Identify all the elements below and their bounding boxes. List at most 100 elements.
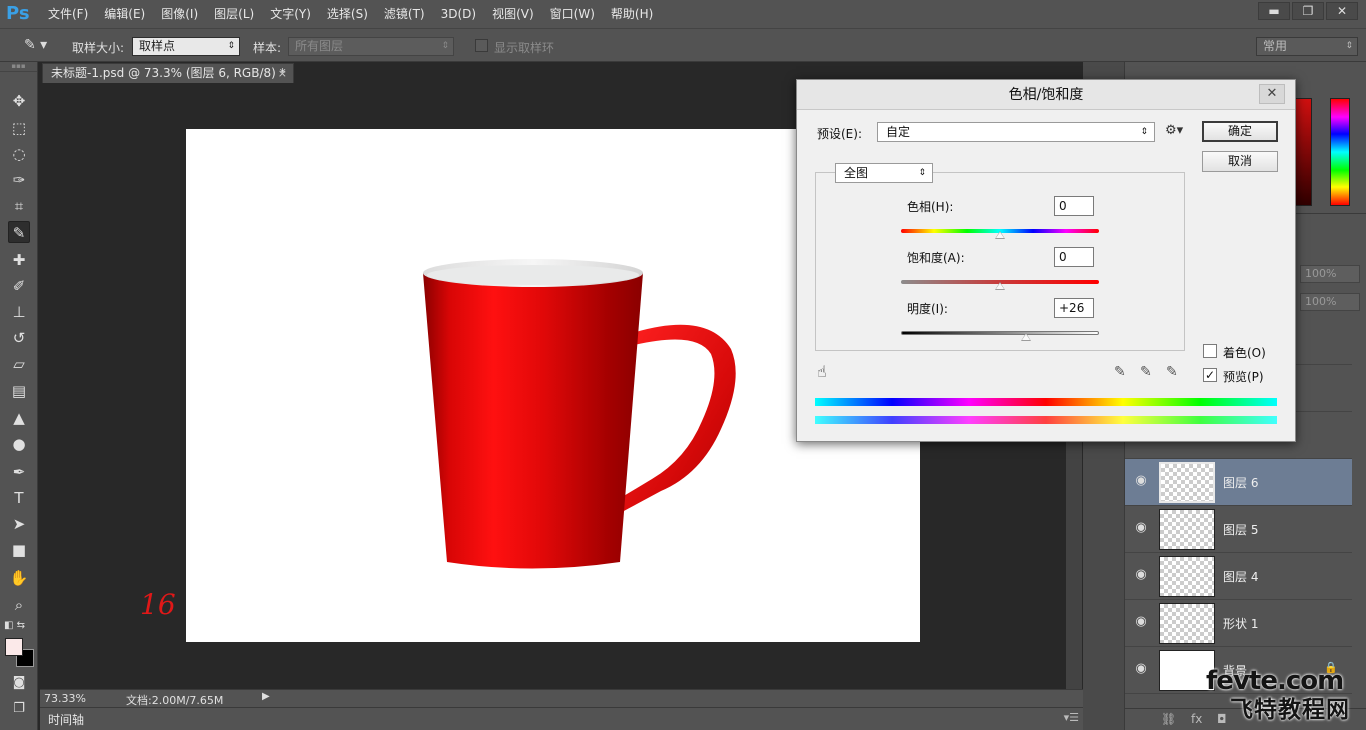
layer-row-layer5[interactable]: ◉ 图层 5 <box>1125 506 1352 553</box>
document-close-icon[interactable]: × <box>278 64 287 83</box>
color-field[interactable] <box>1294 98 1312 206</box>
close-window-button[interactable]: ✕ <box>1326 2 1358 20</box>
menu-item[interactable]: 滤镜(T) <box>376 0 433 28</box>
brush-tool-icon[interactable]: ✐ <box>8 275 30 297</box>
sample-size-label: 取样大小: <box>72 41 125 55</box>
blur-tool-icon[interactable]: ▲ <box>8 407 30 429</box>
ok-button[interactable]: 确定 <box>1202 121 1278 142</box>
layer-row-shape1[interactable]: ◉ 形状 1 <box>1125 600 1352 647</box>
status-menu-arrow-icon[interactable]: ▶ <box>262 691 270 702</box>
hue-value-input[interactable]: 0 <box>1054 196 1094 216</box>
select-arrows-icon: ⇕ <box>918 168 926 178</box>
visibility-eye-icon[interactable]: ◉ <box>1132 473 1150 491</box>
menu-item[interactable]: 编辑(E) <box>96 0 153 28</box>
hue-spectrum-bar[interactable] <box>1330 98 1350 206</box>
eyedropper-icon[interactable]: ✎ <box>1114 364 1126 380</box>
gradient-tool-icon[interactable]: ▤ <box>8 380 30 402</box>
link-icon[interactable]: ⛓ <box>1161 712 1176 726</box>
site-watermark: fevte.com 飞特教程网 <box>1200 666 1366 730</box>
menu-item[interactable]: 视图(V) <box>484 0 542 28</box>
select-arrows-icon: ⇕ <box>1140 127 1148 137</box>
menu-item[interactable]: 文件(F) <box>40 0 96 28</box>
menu-item[interactable]: 帮助(H) <box>603 0 661 28</box>
quick-mask-icon[interactable]: ◙ <box>8 672 30 694</box>
layer-row-layer4[interactable]: ◉ 图层 4 <box>1125 553 1352 600</box>
menu-item[interactable]: 图像(I) <box>153 0 206 28</box>
opacity-field[interactable]: 100% <box>1300 265 1360 283</box>
visibility-eye-icon[interactable]: ◉ <box>1132 567 1150 585</box>
foreground-color-swatch[interactable] <box>5 638 23 656</box>
crop-tool-icon[interactable]: ⌗ <box>8 195 30 217</box>
colorize-checkbox[interactable] <box>1203 344 1217 358</box>
watermark-name: 飞特教程网 <box>1230 697 1350 723</box>
rectangle-tool-icon[interactable]: ■ <box>8 539 30 561</box>
sample-select[interactable]: 所有图层 ⇕ <box>288 37 454 56</box>
lightness-value-input[interactable]: +26 <box>1054 298 1094 318</box>
timeline-label[interactable]: 时间轴 <box>48 711 84 728</box>
menu-item[interactable]: 窗口(W) <box>542 0 603 28</box>
lightness-slider-thumb[interactable] <box>1021 333 1031 341</box>
sample-size-select[interactable]: 取样点 ⇕ <box>132 37 240 56</box>
preset-options-gear-icon[interactable]: ⚙▾ <box>1165 123 1183 138</box>
menu-item[interactable]: 选择(S) <box>319 0 376 28</box>
add-to-sample-eyedropper-icon[interactable]: ✎ <box>1140 364 1152 380</box>
hue-slider-thumb[interactable] <box>995 231 1005 239</box>
layer-name: 形状 1 <box>1223 617 1259 631</box>
layer-name: 图层 6 <box>1223 476 1259 490</box>
layer-thumbnail <box>1159 556 1215 597</box>
channel-value: 全图 <box>844 166 869 180</box>
output-color-ramp <box>815 416 1277 424</box>
zoom-tool-icon[interactable]: ⌕ <box>8 594 30 616</box>
dialog-close-button[interactable]: ✕ <box>1259 84 1285 104</box>
preset-label: 预设(E): <box>817 127 862 141</box>
lasso-tool-icon[interactable]: ◌ <box>8 143 30 165</box>
toolbox-grip[interactable]: ▪▪▪ <box>0 62 37 72</box>
restore-button[interactable]: ❐ <box>1292 2 1324 20</box>
preview-checkbox[interactable]: ✓ <box>1203 368 1217 382</box>
visibility-eye-icon[interactable]: ◉ <box>1132 520 1150 538</box>
minimize-button[interactable]: ▬ <box>1258 2 1290 20</box>
saturation-slider-thumb[interactable] <box>995 282 1005 290</box>
fill-field[interactable]: 100% <box>1300 293 1360 311</box>
dodge-tool-icon[interactable]: ● <box>8 433 30 455</box>
healing-brush-tool-icon[interactable]: ✚ <box>8 249 30 271</box>
layer-thumbnail <box>1159 603 1215 644</box>
screen-mode-icon[interactable]: ❐ <box>8 698 30 720</box>
saturation-value-input[interactable]: 0 <box>1054 247 1094 267</box>
type-tool-icon[interactable]: T <box>8 487 30 509</box>
menu-item[interactable]: 图层(L) <box>206 0 262 28</box>
move-tool-icon[interactable]: ✥ <box>8 90 30 112</box>
path-selection-tool-icon[interactable]: ➤ <box>8 513 30 535</box>
hue-label: 色相(H): <box>907 200 954 214</box>
layer-row-layer6[interactable]: ◉ 图层 6 <box>1125 459 1352 506</box>
color-swatches[interactable] <box>4 636 34 667</box>
preset-select[interactable]: 自定 ⇕ <box>877 122 1155 142</box>
cancel-button[interactable]: 取消 <box>1202 151 1278 172</box>
lightness-slider-track[interactable] <box>901 331 1099 335</box>
document-tab[interactable]: 未标题-1.psd @ 73.3% (图层 6, RGB/8) * × <box>42 63 294 83</box>
marquee-tool-icon[interactable]: ⬚ <box>8 117 30 139</box>
hand-tool-icon[interactable]: ✋ <box>8 567 30 589</box>
eraser-tool-icon[interactable]: ▱ <box>8 353 30 375</box>
visibility-eye-icon[interactable]: ◉ <box>1132 661 1150 679</box>
visibility-eye-icon[interactable]: ◉ <box>1132 614 1150 632</box>
channel-select[interactable]: 全图 ⇕ <box>835 163 933 183</box>
eyedropper-tool-icon[interactable]: ✎ <box>8 221 30 243</box>
targeted-adjustment-hand-icon[interactable]: ☝ <box>817 362 827 381</box>
panel-menu-icon[interactable]: ▾☰ <box>1064 711 1079 724</box>
history-brush-tool-icon[interactable]: ↺ <box>8 327 30 349</box>
layer-thumbnail <box>1159 462 1215 503</box>
swap-colors-icon[interactable]: ◧ ⇆ <box>4 620 25 631</box>
menu-item[interactable]: 3D(D) <box>433 0 484 28</box>
zoom-level[interactable]: 73.33% <box>44 692 86 705</box>
show-sampling-ring-checkbox[interactable] <box>475 39 488 52</box>
menu-item[interactable]: 文字(Y) <box>262 0 319 28</box>
quick-selection-tool-icon[interactable]: ✑ <box>8 169 30 191</box>
stamp-tool-icon[interactable]: ⊥ <box>8 301 30 323</box>
eyedropper-tool-preset-icon[interactable]: ✎ ▾ <box>24 37 47 53</box>
dialog-title[interactable]: 色相/饱和度 <box>797 80 1295 110</box>
pen-tool-icon[interactable]: ✒ <box>8 461 30 483</box>
subtract-from-sample-eyedropper-icon[interactable]: ✎ <box>1166 364 1178 380</box>
colorize-label: 着色(O) <box>1223 346 1266 360</box>
workspace-select[interactable]: 常用 ⇕ <box>1256 37 1358 56</box>
